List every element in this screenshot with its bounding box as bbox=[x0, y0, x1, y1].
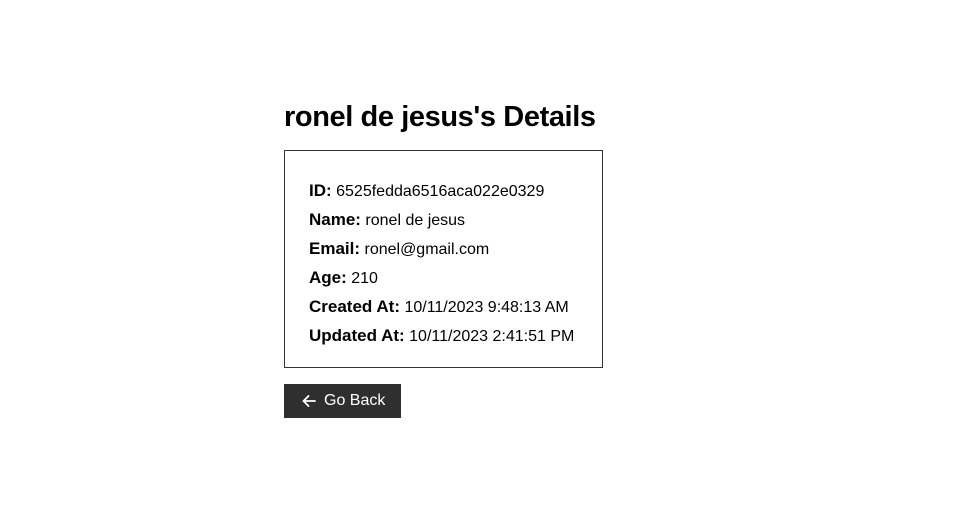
detail-row-id: ID: 6525fedda6516aca022e0329 bbox=[309, 177, 602, 206]
detail-row-name: Name: ronel de jesus bbox=[309, 206, 602, 235]
detail-value: 6525fedda6516aca022e0329 bbox=[336, 183, 545, 200]
detail-label: Email: bbox=[309, 239, 361, 258]
detail-label: ID: bbox=[309, 181, 332, 200]
detail-value: 10/11/2023 9:48:13 AM bbox=[404, 299, 569, 316]
detail-value: 10/11/2023 2:41:51 PM bbox=[409, 328, 575, 345]
detail-value: ronel de jesus bbox=[365, 212, 466, 229]
detail-label: Updated At: bbox=[309, 326, 405, 345]
user-details-container: ronel de jesus's Details ID: 6525fedda65… bbox=[284, 98, 614, 418]
detail-row-created-at: Created At: 10/11/2023 9:48:13 AM bbox=[309, 293, 602, 322]
detail-row-age: Age: 210 bbox=[309, 264, 602, 293]
detail-label: Age: bbox=[309, 268, 347, 287]
detail-value: ronel@gmail.com bbox=[364, 241, 490, 258]
detail-label: Name: bbox=[309, 210, 361, 229]
go-back-button[interactable]: Go Back bbox=[284, 384, 402, 418]
arrow-left-icon bbox=[301, 393, 317, 409]
detail-label: Created At: bbox=[309, 297, 400, 316]
go-back-label: Go Back bbox=[324, 392, 386, 409]
detail-row-updated-at: Updated At: 10/11/2023 2:41:51 PM bbox=[309, 322, 602, 351]
details-card: ID: 6525fedda6516aca022e0329 Name: ronel… bbox=[284, 150, 603, 368]
page-title: ronel de jesus's Details bbox=[284, 101, 596, 133]
detail-value: 210 bbox=[351, 270, 378, 287]
detail-row-email: Email: ronel@gmail.com bbox=[309, 235, 602, 264]
